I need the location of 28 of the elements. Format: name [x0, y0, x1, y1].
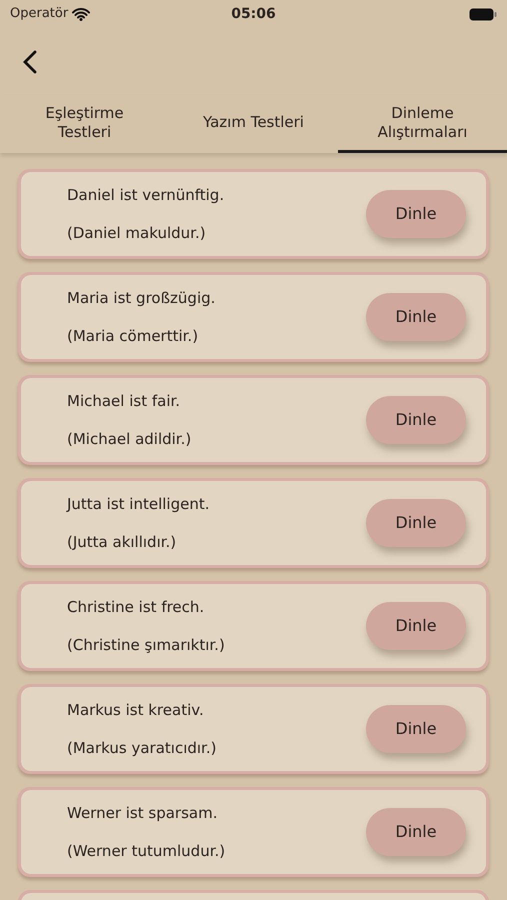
listen-button[interactable]: Dinle: [366, 499, 466, 547]
turkish-translation: (Christine şımarıktır.): [67, 634, 226, 656]
german-sentence: Jutta ist intelligent.: [67, 494, 210, 515]
tab[interactable]: Dinleme Alıştırmaları: [338, 95, 507, 153]
turkish-translation: (Werner tutumludur.): [67, 840, 226, 862]
german-sentence: Daniel ist vernünftig.: [67, 185, 226, 206]
german-sentence: Markus ist kreativ.: [67, 700, 205, 721]
german-sentence: Christine ist frech.: [67, 597, 206, 618]
german-sentence: Maria ist großzügig.: [67, 288, 216, 309]
listen-button[interactable]: Dinle: [366, 705, 466, 753]
turkish-translation: (Maria cömerttir.): [67, 326, 200, 346]
turkish-translation: (Daniel makuldur.): [67, 222, 207, 244]
listen-button[interactable]: Dinle: [366, 602, 466, 650]
turkish-translation: (Markus yaratıcıdır.): [67, 738, 218, 758]
carrier-name: Operatör: [10, 5, 68, 24]
clock-time: 05:06: [231, 4, 276, 24]
battery-icon: [468, 8, 497, 20]
listen-button[interactable]: Dinle: [366, 293, 466, 341]
wifi-icon: [72, 8, 90, 20]
turkish-translation: (Michael adildir.): [67, 428, 192, 450]
german-sentence: Werner ist sparsam.: [67, 803, 218, 824]
listen-button[interactable]: Dinle: [366, 808, 466, 856]
turkish-translation: (Jutta akıllıdır.): [67, 532, 178, 552]
german-sentence: Michael ist fair.: [67, 391, 182, 412]
tab[interactable]: Yazım Testleri: [169, 95, 338, 153]
tab[interactable]: Eşleştirme Testleri: [0, 95, 169, 153]
listen-button[interactable]: Dinle: [366, 190, 466, 238]
listen-button[interactable]: Dinle: [366, 396, 466, 444]
